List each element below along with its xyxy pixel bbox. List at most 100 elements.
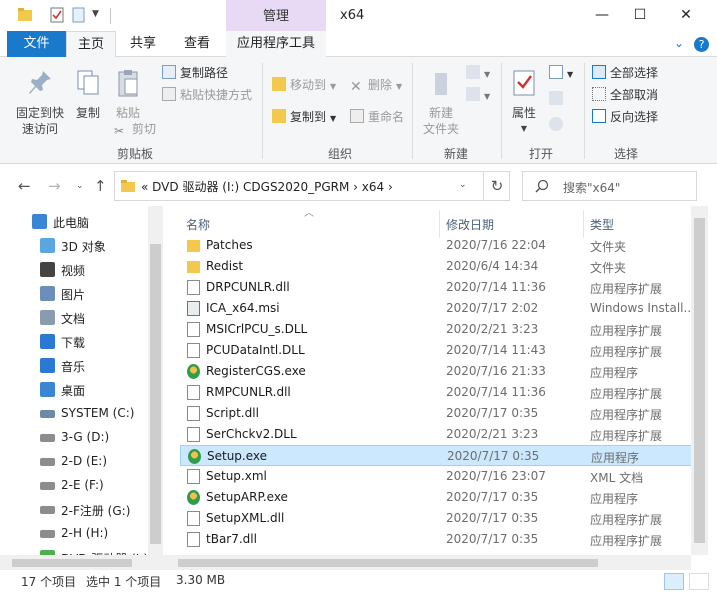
nav-item[interactable]: 2-D (E:)	[0, 450, 148, 474]
file-row[interactable]: Redist 2020/6/4 14:34 文件夹	[180, 256, 692, 277]
forward-arrow-icon[interactable]: →	[48, 177, 61, 195]
nav-item[interactable]: SYSTEM (C:)	[0, 402, 148, 426]
file-row[interactable]: SerChckv2.DLL 2020/2/21 3:23 应用程序扩展	[180, 424, 692, 445]
properties-icon[interactable]	[50, 7, 64, 23]
cut-button[interactable]: ✂ 剪切	[114, 119, 156, 139]
nav-scrollbar-thumb[interactable]	[150, 244, 161, 544]
file-row[interactable]: Setup.xml 2020/7/16 23:07 XML 文档	[180, 466, 692, 487]
tab-home[interactable]: 主页	[66, 31, 116, 58]
nav-item[interactable]: 2-H (H:)	[0, 522, 148, 546]
help-icon[interactable]: ?	[694, 37, 709, 52]
select-none-button[interactable]: 全部取消	[592, 85, 658, 105]
maximize-button[interactable]: ☐	[617, 0, 663, 31]
details-view-icon[interactable]	[664, 573, 684, 590]
address-dropdown-icon[interactable]: ⌄	[459, 180, 467, 190]
file-name: PCUDataIntl.DLL	[206, 343, 305, 357]
properties-button[interactable]: 属性 ▼	[506, 67, 542, 137]
file-type: 应用程序扩展	[590, 324, 663, 338]
xml-icon	[187, 469, 200, 484]
new-folder-label-line2: 文件夹	[422, 122, 459, 136]
file-row[interactable]: MSICrlPCU_s.DLL 2020/2/21 3:23 应用程序扩展	[180, 319, 692, 340]
file-row[interactable]: SetupARP.exe 2020/7/17 0:35 应用程序	[180, 487, 692, 508]
file-row[interactable]: SetupXML.dll 2020/7/17 0:35 应用程序扩展	[180, 508, 692, 529]
refresh-icon[interactable]: ↻	[483, 172, 510, 200]
recent-locations-icon[interactable]: ⌄	[76, 181, 84, 191]
new-folder-qat-icon[interactable]	[72, 7, 86, 23]
move-to-label: 移动到	[290, 78, 327, 92]
close-button[interactable]: ✕	[663, 0, 709, 31]
nav-item[interactable]: 桌面	[0, 378, 148, 402]
new-folder-button[interactable]: 新建 文件夹	[418, 67, 464, 137]
address-bar[interactable]: « DVD 驱动器 (I:) CDGS2020_PGRM › x64 › ⌄ ↻	[114, 171, 510, 201]
file-list-horizontal-scrollbar-thumb[interactable]	[178, 559, 598, 567]
context-tab-manage[interactable]: 管理	[226, 0, 326, 31]
move-to-button[interactable]: 移动到 ▼	[272, 75, 336, 95]
copy-path-button[interactable]: 复制路径	[162, 63, 228, 83]
nav-item-label: 2-D (E:)	[61, 454, 108, 468]
column-date[interactable]: 修改日期	[446, 216, 494, 233]
column-divider[interactable]	[583, 210, 584, 238]
file-list-scrollbar-thumb[interactable]	[694, 218, 705, 543]
group-label-select: 选择	[614, 147, 639, 161]
collapse-ribbon-icon[interactable]: ⌄	[674, 36, 684, 50]
tab-share[interactable]: 共享	[118, 31, 168, 57]
copy-to-label: 复制到	[290, 110, 327, 124]
invert-selection-button[interactable]: 反向选择	[592, 107, 658, 127]
search-box[interactable]: 搜索"x64"	[522, 171, 697, 201]
select-all-button[interactable]: 全部选择	[592, 63, 658, 83]
nav-item[interactable]: 图片	[0, 282, 148, 306]
nav-item[interactable]: 文档	[0, 306, 148, 330]
easy-access-button[interactable]: ▼	[466, 85, 490, 105]
file-row[interactable]: Setup.exe 2020/7/17 0:35 应用程序	[180, 445, 692, 466]
properties-dropdown-icon[interactable]: ▼	[506, 121, 542, 137]
file-row[interactable]: RMPCUNLR.dll 2020/7/14 11:36 应用程序扩展	[180, 382, 692, 403]
column-divider[interactable]	[439, 210, 440, 238]
column-name[interactable]: 名称	[186, 216, 210, 233]
file-row[interactable]: RegisterCGS.exe 2020/7/16 21:33 应用程序	[180, 361, 692, 382]
new-item-button[interactable]: ▼	[466, 63, 490, 83]
up-arrow-icon[interactable]: ↑	[94, 177, 107, 195]
nav-item[interactable]: 音乐	[0, 354, 148, 378]
rename-button[interactable]: 重命名	[350, 107, 404, 127]
tab-app-tools[interactable]: 应用程序工具	[226, 31, 326, 57]
invert-selection-label: 反向选择	[610, 110, 659, 124]
nav-item[interactable]: 视频	[0, 258, 148, 282]
back-arrow-icon[interactable]: ←	[18, 177, 31, 195]
rename-icon	[350, 109, 364, 123]
nav-item[interactable]: 此电脑	[0, 210, 148, 234]
nav-item[interactable]: 下载	[0, 330, 148, 354]
file-row[interactable]: Script.dll 2020/7/17 0:35 应用程序扩展	[180, 403, 692, 424]
paste-shortcut-button[interactable]: 粘贴快捷方式	[162, 85, 252, 105]
history-button[interactable]	[549, 115, 567, 135]
column-type[interactable]: 类型	[590, 216, 614, 233]
file-date: 2020/7/16 21:33	[446, 364, 546, 378]
paste-button[interactable]: 粘贴	[110, 67, 146, 121]
nav-item[interactable]: 2-E (F:)	[0, 474, 148, 498]
open-button[interactable]: ▼	[549, 63, 573, 83]
file-row[interactable]: ICA_x64.msi 2020/7/17 2:02 Windows Install…	[180, 298, 695, 319]
folder-icon[interactable]	[18, 7, 32, 23]
rename-label: 重命名	[368, 110, 405, 124]
file-row[interactable]: PCUDataIntl.DLL 2020/7/14 11:43 应用程序扩展	[180, 340, 692, 361]
file-date: 2020/7/17 0:35	[446, 511, 539, 525]
address-path[interactable]: « DVD 驱动器 (I:) CDGS2020_PGRM › x64 ›	[141, 178, 393, 195]
customize-qat-icon[interactable]: ▼	[92, 9, 99, 19]
nav-horizontal-scrollbar-thumb[interactable]	[12, 559, 132, 567]
file-row[interactable]: Patches 2020/7/16 22:04 文件夹	[180, 235, 692, 256]
large-icons-view-icon[interactable]	[689, 573, 709, 590]
status-item-count: 17 个项目	[21, 575, 77, 589]
copy-to-button[interactable]: 复制到 ▼	[272, 107, 336, 127]
pin-quick-access-button[interactable]: 固定到快 速访问	[12, 67, 68, 137]
delete-button[interactable]: ✕ 删除 ▼	[350, 75, 402, 95]
file-row[interactable]: tBar7.dll 2020/7/17 0:35 应用程序扩展	[180, 529, 692, 550]
file-date: 2020/7/17 2:02	[446, 301, 539, 315]
nav-item[interactable]: 2-F注册 (G:)	[0, 498, 148, 522]
nav-item[interactable]: 3D 对象	[0, 234, 148, 258]
file-row[interactable]: DRPCUNLR.dll 2020/7/14 11:36 应用程序扩展	[180, 277, 692, 298]
nav-item[interactable]: 3-G (D:)	[0, 426, 148, 450]
qat-divider	[110, 8, 111, 24]
tab-file[interactable]: 文件	[7, 31, 66, 57]
edit-button[interactable]	[549, 89, 567, 109]
tab-view[interactable]: 查看	[172, 31, 222, 57]
copy-button[interactable]: 复制	[70, 67, 106, 121]
